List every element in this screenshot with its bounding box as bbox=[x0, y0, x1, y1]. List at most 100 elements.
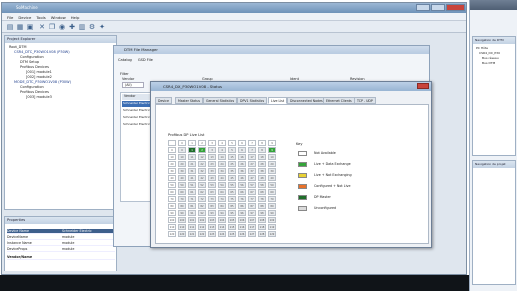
live-list-cell: 129 bbox=[268, 231, 276, 237]
dtm-list-header: Vendor bbox=[122, 94, 153, 100]
live-list-cell: 88 bbox=[258, 203, 266, 209]
minimize-button[interactable] bbox=[416, 4, 430, 11]
tree-item[interactable]: DTM Setup bbox=[20, 60, 39, 64]
title-bar: SoMachine bbox=[2, 3, 466, 13]
run-icon[interactable]: ✦ bbox=[98, 23, 106, 31]
live-list-title: Profibus DP Live List bbox=[168, 133, 205, 137]
tab-ethernet-clients[interactable]: Ethernet Clients bbox=[323, 97, 355, 104]
property-row[interactable]: DeviceProps module bbox=[7, 247, 115, 252]
project-explorer-title: Project Explorer bbox=[5, 36, 116, 43]
save-icon[interactable]: ▣ bbox=[26, 23, 34, 31]
live-list-cell: 66 bbox=[238, 189, 246, 195]
live-list-cell: 31 bbox=[188, 168, 196, 174]
connect-icon[interactable]: ◉ bbox=[58, 23, 66, 31]
live-list-cell: 8 bbox=[258, 147, 266, 153]
add-icon[interactable]: ✚ bbox=[68, 23, 76, 31]
tree-item[interactable]: Configuration bbox=[20, 85, 44, 89]
live-list-cell: 24 bbox=[218, 161, 226, 167]
property-row[interactable]: Instance Name module bbox=[7, 241, 115, 246]
live-list-cell: 82 bbox=[198, 203, 206, 209]
live-list-cell: 13 bbox=[208, 154, 216, 160]
grid-header-cell: 5 bbox=[228, 140, 236, 146]
live-list-cell: 29 bbox=[268, 161, 276, 167]
live-list-cell: 104 bbox=[218, 217, 226, 223]
live-list-cell: 106 bbox=[238, 217, 246, 223]
tree-item[interactable]: Profibus Devices bbox=[20, 65, 49, 69]
list-item[interactable]: Schneider Electric bbox=[122, 108, 150, 112]
live-list-cell: 93 bbox=[208, 210, 216, 216]
live-list-cell: 56 bbox=[238, 182, 246, 188]
project-navigation-pane: Navigation de projet bbox=[472, 160, 516, 285]
tab-general-statistics[interactable]: General Statistics bbox=[203, 97, 238, 104]
maximize-button[interactable] bbox=[431, 4, 445, 11]
live-list-cell: 9 bbox=[268, 147, 276, 153]
live-list-cell: 103 bbox=[208, 217, 216, 223]
live-list-cell: 45 bbox=[228, 175, 236, 181]
tab-device[interactable]: Device bbox=[155, 97, 172, 104]
config-icon[interactable]: ⚙ bbox=[88, 23, 96, 31]
close-button[interactable] bbox=[446, 4, 465, 11]
tab-gsd-file[interactable]: GSD File bbox=[138, 58, 153, 62]
live-list-cell: 23 bbox=[208, 161, 216, 167]
tree-item[interactable]: PC Hôte bbox=[476, 46, 488, 50]
live-list-cell: 118 bbox=[258, 224, 266, 230]
live-list-cell: 73 bbox=[208, 196, 216, 202]
tab-catalog[interactable]: Catalog bbox=[118, 58, 132, 62]
right-title-bar bbox=[470, 0, 517, 10]
live-list-cell: 69 bbox=[268, 189, 276, 195]
live-list-cell: 1 bbox=[188, 147, 196, 153]
tree-item[interactable]: Root_DTM bbox=[9, 45, 27, 49]
menu-device[interactable]: Device bbox=[18, 15, 31, 20]
copy-icon[interactable]: ❐ bbox=[48, 23, 56, 31]
tree-item[interactable]: CSR4_DTC_P30WO1V08 (P30W) bbox=[14, 50, 70, 54]
dtm-navigation-pane: Navigation de DTM PC Hôte CSR4_DX_P30 Bu… bbox=[472, 36, 516, 156]
tree-item[interactable]: [001] module1 bbox=[26, 70, 52, 74]
tab-master-status[interactable]: Master Status bbox=[175, 97, 204, 104]
live-list-cell: 44 bbox=[218, 175, 226, 181]
menu-window[interactable]: Window bbox=[51, 15, 66, 20]
grid-row-header: 60 bbox=[168, 189, 176, 195]
tree-item[interactable]: MODE_DTC_P30WO1V08 (P30W) bbox=[14, 80, 71, 84]
tab-disconnected-nodes[interactable]: Disconnected Nodes bbox=[287, 97, 326, 104]
live-list-cell: 35 bbox=[228, 168, 236, 174]
list-item[interactable]: Schneider Electric bbox=[122, 122, 150, 126]
live-list-cell: 108 bbox=[258, 217, 266, 223]
live-list-cell: 5 bbox=[228, 147, 236, 153]
live-list-cell: 7 bbox=[248, 147, 256, 153]
key-swatch-dp-master bbox=[298, 195, 307, 200]
menu-file[interactable]: File bbox=[7, 15, 13, 20]
tree-item[interactable]: Profibus Devices bbox=[20, 90, 49, 94]
toolbar: ▤ ▦ ▣ ✕ ❐ ◉ ✚ ▥ ⚙ ✦ bbox=[2, 21, 466, 33]
tab-dpv1-statistics[interactable]: DPV1 Statistics bbox=[237, 97, 268, 104]
tab-tcp-udp[interactable]: TCP - UDP bbox=[354, 97, 376, 104]
live-list-cell: 117 bbox=[248, 224, 256, 230]
tab-live-list[interactable]: Live List bbox=[268, 97, 288, 104]
live-list-cell: 62 bbox=[198, 189, 206, 195]
tree-item[interactable]: Bus DTM bbox=[482, 61, 495, 65]
property-row[interactable]: DeviceName module bbox=[7, 235, 115, 240]
open-icon[interactable]: ▦ bbox=[16, 23, 24, 31]
menu-tools[interactable]: Tools bbox=[36, 15, 45, 20]
property-row[interactable]: Device Name Schneider Electric bbox=[7, 229, 115, 234]
live-list-cell: 99 bbox=[268, 210, 276, 216]
list-item[interactable]: Schneider Electric bbox=[122, 101, 153, 107]
grid-header-cell: 7 bbox=[248, 140, 256, 146]
dialog-close-button[interactable] bbox=[417, 83, 429, 89]
device-icon[interactable]: ▥ bbox=[78, 23, 86, 31]
tree-item[interactable]: [002] module2 bbox=[26, 75, 52, 79]
tree-item[interactable]: [003] module3 bbox=[26, 95, 52, 99]
vendor-select[interactable]: (All) bbox=[122, 82, 144, 88]
live-list-cell: 101 bbox=[188, 217, 196, 223]
menu-help[interactable]: Help bbox=[71, 15, 80, 20]
live-list-cell: 34 bbox=[218, 168, 226, 174]
live-list-cell: 115 bbox=[228, 224, 236, 230]
tree-item[interactable]: Configuration bbox=[20, 55, 44, 59]
desktop: SoMachine File Device Tools Window Help ▤ ▦ … bbox=[0, 0, 517, 291]
cut-icon[interactable]: ✕ bbox=[38, 23, 46, 31]
tree-item[interactable]: CSR4_DX_P30 bbox=[479, 51, 500, 55]
list-item[interactable]: Schneider Electric bbox=[122, 115, 150, 119]
tree-item[interactable]: Bus réseau bbox=[482, 56, 499, 60]
live-list-cell: 83 bbox=[208, 203, 216, 209]
new-icon[interactable]: ▤ bbox=[6, 23, 14, 31]
key-swatch-live-data bbox=[298, 162, 307, 167]
